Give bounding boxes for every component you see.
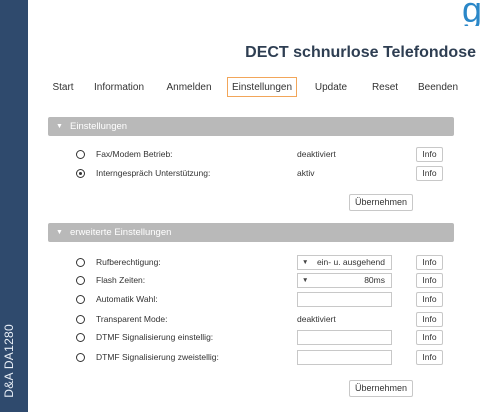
setting-row-rufberechtigung: Rufberechtigung: ▼ ein- u. ausgehend Inf… [0, 255, 492, 271]
setting-label: Interngespräch Unterstützung: [96, 168, 211, 178]
dtmf-einstellig-input[interactable] [297, 330, 392, 345]
setting-value: aktiv [297, 168, 315, 178]
radio-transparent-mode[interactable] [76, 315, 85, 324]
dtmf-zweistellig-input[interactable] [297, 350, 392, 365]
rufberechtigung-select[interactable]: ▼ ein- u. ausgehend [297, 255, 392, 270]
setting-label: DTMF Signalisierung einstellig: [96, 332, 214, 342]
dropdown-arrow-icon: ▼ [302, 259, 309, 266]
tab-information[interactable]: Information [86, 77, 152, 97]
setting-value: deaktiviert [297, 149, 336, 159]
radio-automatik-wahl[interactable] [76, 295, 85, 304]
radio-rufberechtigung[interactable] [76, 258, 85, 267]
setting-value: deaktiviert [297, 314, 336, 324]
info-button[interactable]: Info [416, 350, 443, 365]
info-button[interactable]: Info [416, 166, 443, 181]
setting-label: Automatik Wahl: [96, 294, 158, 304]
setting-label: Fax/Modem Betrieb: [96, 149, 173, 159]
tab-beenden[interactable]: Beenden [412, 77, 464, 97]
info-button[interactable]: Info [416, 273, 443, 288]
radio-dtmf-zweistellig[interactable] [76, 353, 85, 362]
apply-button[interactable]: Übernehmen [349, 194, 413, 211]
automatik-wahl-input[interactable] [297, 292, 392, 307]
radio-interngespraech[interactable] [76, 169, 85, 178]
page-title: DECT schnurlose Telefondose [245, 44, 476, 61]
section-title: Einstellungen [70, 121, 128, 132]
section-title: erweiterte Einstellungen [70, 227, 172, 238]
setting-label: DTMF Signalisierung zweistellig: [96, 352, 219, 362]
dropdown-arrow-icon: ▼ [302, 277, 309, 284]
setting-row-transparent-mode: Transparent Mode: deaktiviert Info [0, 312, 492, 328]
select-value: ein- u. ausgehend [316, 257, 385, 267]
tab-einstellungen[interactable]: Einstellungen [227, 77, 297, 97]
info-button[interactable]: Info [416, 292, 443, 307]
tab-update[interactable]: Update [305, 77, 357, 97]
setting-row-dtmf-einstellig: DTMF Signalisierung einstellig: Info [0, 330, 492, 346]
info-button[interactable]: Info [416, 330, 443, 345]
setting-label: Flash Zeiten: [96, 275, 146, 285]
setting-row-flash-zeiten: Flash Zeiten: ▼ 80ms Info [0, 273, 492, 289]
flash-zeiten-select[interactable]: ▼ 80ms [297, 273, 392, 288]
radio-dtmf-einstellig[interactable] [76, 333, 85, 342]
radio-flash-zeiten[interactable] [76, 276, 85, 285]
setting-row-dtmf-zweistellig: DTMF Signalisierung zweistellig: Info [0, 350, 492, 366]
info-button[interactable]: Info [416, 312, 443, 327]
info-button[interactable]: Info [416, 147, 443, 162]
section-header-erweiterte-einstellungen[interactable]: ▼ erweiterte Einstellungen [48, 223, 454, 242]
setting-label: Rufberechtigung: [96, 257, 161, 267]
info-button[interactable]: Info [416, 255, 443, 270]
section-header-einstellungen[interactable]: ▼ Einstellungen [48, 117, 454, 136]
logo-fragment: g [462, 0, 483, 26]
setting-row-interngespraech: Interngespräch Unterstützung: aktiv Info [0, 166, 492, 182]
tab-start[interactable]: Start [46, 77, 80, 97]
chevron-down-icon: ▼ [56, 123, 63, 130]
setting-row-automatik-wahl: Automatik Wahl: Info [0, 292, 492, 308]
setting-row-fax-modem: Fax/Modem Betrieb: deaktiviert Info [0, 147, 492, 163]
select-value: 80ms [364, 275, 385, 285]
setting-label: Transparent Mode: [96, 314, 168, 324]
tab-reset[interactable]: Reset [363, 77, 407, 97]
tab-anmelden[interactable]: Anmelden [160, 77, 218, 97]
radio-fax-modem[interactable] [76, 150, 85, 159]
chevron-down-icon: ▼ [56, 229, 63, 236]
apply-button[interactable]: Übernehmen [349, 380, 413, 397]
